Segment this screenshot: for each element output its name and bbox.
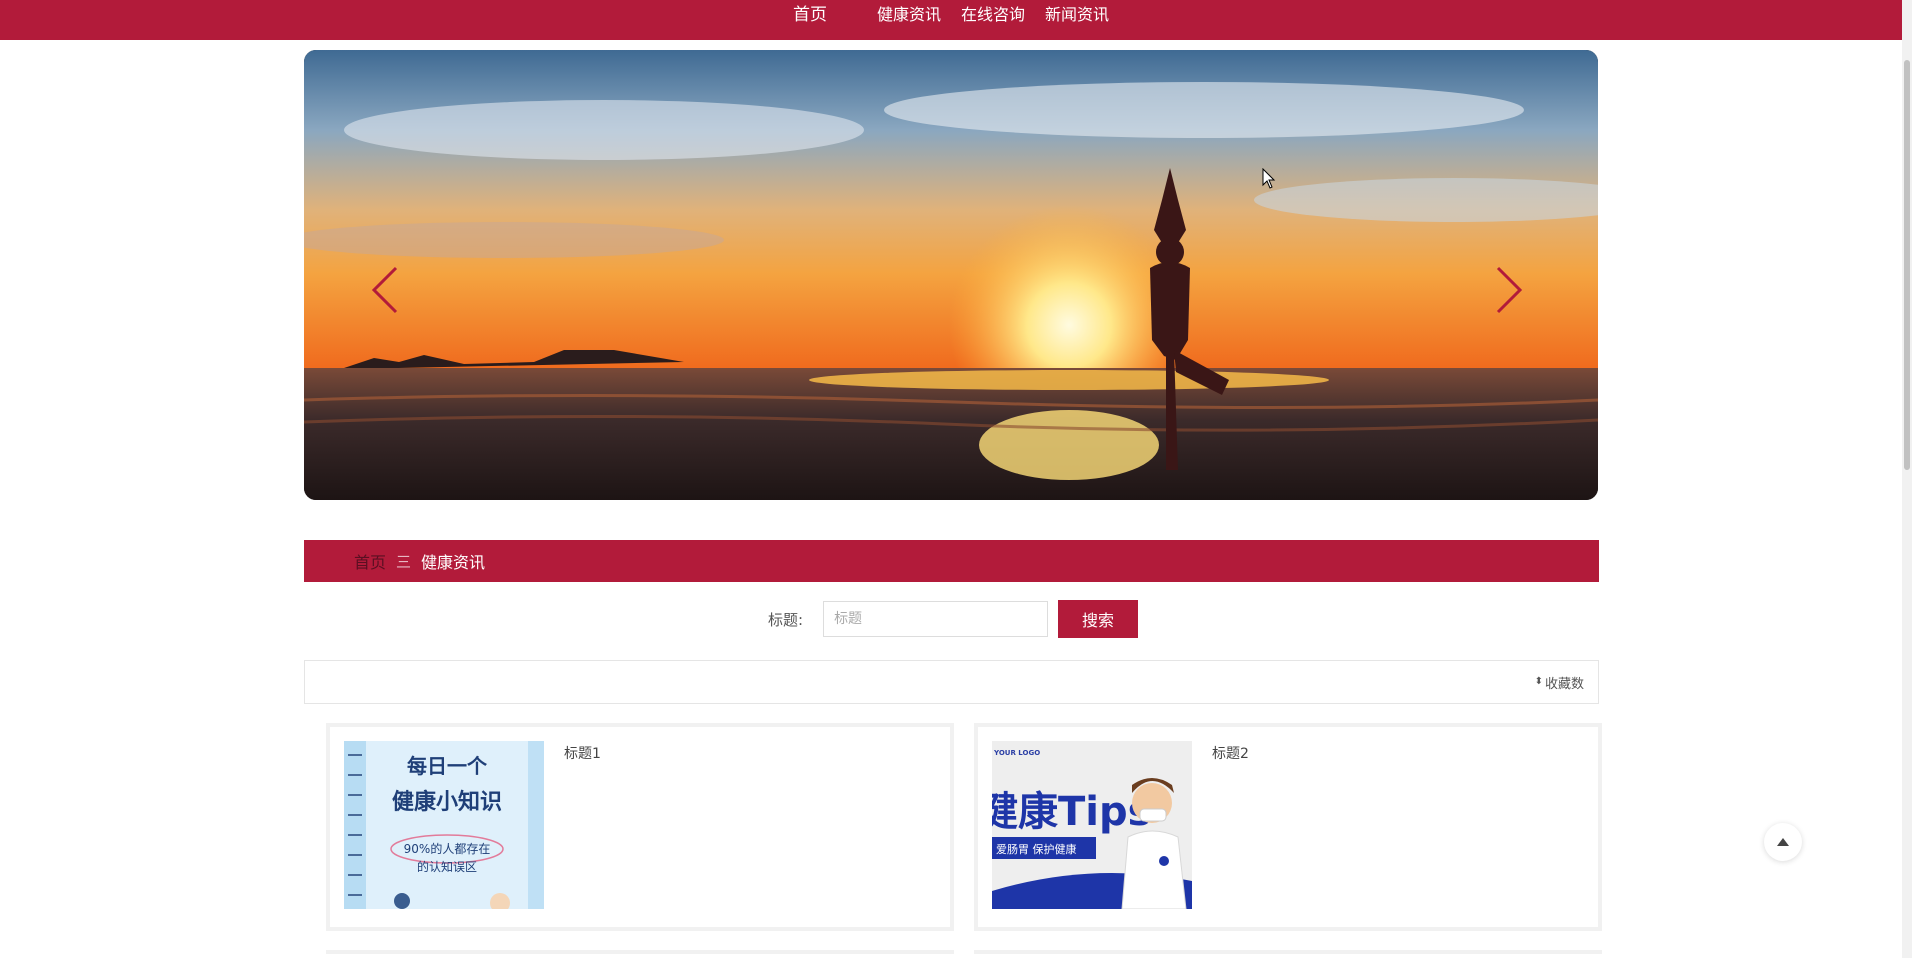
breadcrumb-current: 健康资讯 (421, 553, 486, 572)
mouse-cursor-icon (1262, 168, 1276, 189)
search-button[interactable]: 搜索 (1058, 600, 1139, 638)
svg-text:YOUR LOGO: YOUR LOGO (993, 749, 1040, 757)
news-card-partial (974, 950, 1602, 962)
svg-text:每日一个: 每日一个 (407, 754, 488, 778)
sort-icon: ⬍ (1534, 676, 1543, 687)
sort-by-favorites-button[interactable]: ⬍ 收藏数 (1535, 673, 1584, 692)
svg-text:爱肠胃 保护健康: 爱肠胃 保护健康 (996, 842, 1077, 856)
news-card-partial (326, 950, 954, 962)
chevron-right-icon (1496, 266, 1523, 314)
news-card[interactable]: 每日一个 健康小知识 90%的人都存在 的认知误区 标题1 (326, 723, 954, 931)
nav-item-home[interactable]: 首页 (783, 0, 837, 30)
breadcrumb-separator: 三 (396, 552, 412, 571)
search-input[interactable] (823, 601, 1049, 637)
search-label: 标题: (768, 610, 804, 629)
card-thumbnail: YOUR LOGO 健康Tips 爱肠胃 保护健康 (992, 741, 1192, 909)
news-card[interactable]: YOUR LOGO 健康Tips 爱肠胃 保护健康 标题2 (974, 723, 1602, 931)
nav-item-online-consult[interactable]: 在线咨询 (951, 0, 1035, 30)
card-thumbnail: 每日一个 健康小知识 90%的人都存在 的认知误区 (344, 741, 544, 909)
svg-text:健康Tips: 健康Tips (992, 789, 1151, 835)
chevron-left-icon (371, 266, 398, 314)
carousel-next-button[interactable] (1474, 250, 1534, 330)
card-title[interactable]: 标题2 (1212, 743, 1249, 763)
carousel-prev-button[interactable] (360, 250, 420, 330)
banner-image (304, 50, 1598, 500)
sort-label: 收藏数 (1544, 676, 1584, 692)
svg-text:的认知误区: 的认知误区 (417, 859, 477, 874)
scrollbar-thumb[interactable] (1904, 60, 1910, 470)
page-scrollbar[interactable] (1902, 0, 1912, 958)
back-to-top-button[interactable] (1764, 823, 1802, 861)
breadcrumb: 首页 三 健康资讯 (304, 540, 1599, 582)
search-form: 标题: 搜索 (768, 600, 1139, 638)
caret-up-icon (1777, 838, 1789, 846)
breadcrumb-home[interactable]: 首页 (354, 549, 386, 573)
card-title[interactable]: 标题1 (564, 743, 601, 763)
svg-text:健康小知识: 健康小知识 (392, 789, 502, 815)
top-navigation: 首页 健康资讯 在线咨询 新闻资讯 (0, 0, 1902, 40)
sort-bar: ⬍ 收藏数 (304, 660, 1599, 704)
nav-item-news[interactable]: 新闻资讯 (1035, 0, 1119, 30)
banner-carousel[interactable] (304, 50, 1598, 500)
svg-text:90%的人都存在: 90%的人都存在 (404, 841, 491, 856)
nav-item-health-news[interactable]: 健康资讯 (867, 0, 951, 30)
